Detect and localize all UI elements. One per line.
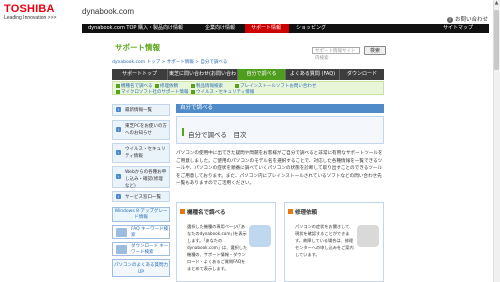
chevron-right-icon: › <box>116 174 121 179</box>
windows8-upgrade-banner[interactable]: Windows 8 アップグレード情報 <box>112 207 170 222</box>
download-keyword-banner[interactable]: ダウンロード キーワード検索 <box>112 242 170 256</box>
toc-title: 自分で調べる 目次 <box>188 131 247 139</box>
main-header: 自分で調べる <box>176 104 384 113</box>
repair-illustration-icon <box>357 225 379 247</box>
intro-text: パソコンの使用中に出てきた疑問や問題をお客様がご自分で調べると非常に有用なサポー… <box>176 151 383 186</box>
scroll-thumb[interactable] <box>494 10 499 70</box>
sidebar-item-web-apply[interactable]: › Webからの各種お申し込み・確認(修理など) <box>112 166 170 189</box>
toshiba-logo[interactable]: TOSHIBA <box>4 3 55 15</box>
sublink-microsoft[interactable]: マイクロソフト社のサポート情報 <box>116 89 188 95</box>
global-nav: dynabook.com TOP 購入・製品向け情報 企業向け情報 サポート情報… <box>82 24 489 33</box>
bullet-icon <box>116 83 120 88</box>
breadcrumb[interactable]: dynabook.com トップ > サポート情報 > 自分で調べる <box>112 59 227 65</box>
gnav-item-shopping[interactable]: ショッピング <box>290 24 332 33</box>
sidebar-item-label: Webからの各種お申し込み・確認(修理など) <box>125 170 167 189</box>
bullet-icon <box>235 83 239 88</box>
sublink-virus[interactable]: ウイルス・セキュリティ情報 <box>191 89 254 95</box>
sublink-label: ウイルス・セキュリティ情報 <box>196 90 255 95</box>
gnav-item-top[interactable]: dynabook.com TOP 購入・製品向け情報 <box>82 24 197 33</box>
info-icon: i <box>446 17 453 23</box>
support-tabs: サポートトップ 東芝に問い合わせ(お問い合わせ) 自分で調べる よくある質問 (… <box>112 69 384 88</box>
card-text: 選択した機種の専用ページ(「あなたのdynabook.com」)を表示します。「… <box>187 224 248 271</box>
chevron-right-icon: › <box>116 150 121 155</box>
tab-self-search[interactable]: 自分で調べる <box>238 69 286 80</box>
download-icon <box>116 245 127 254</box>
card-repair-request[interactable]: 修理依頼 パソコンの症状をお聞きして、現状を確認することができます。故障している… <box>284 202 384 282</box>
logo-tagline: Leading Innovation >>> <box>4 15 57 21</box>
laptop-icon <box>116 228 127 237</box>
bullet-icon <box>191 89 195 94</box>
laptop-illustration-icon <box>249 225 271 247</box>
tab-faq[interactable]: よくある質問 (FAQ) <box>286 69 340 80</box>
sidebar-item-label: 最新情報一覧 <box>125 108 152 113</box>
tab-download[interactable]: ダウンロード <box>340 69 384 80</box>
banner-label: FAQ キーワード検索 <box>131 227 169 238</box>
orange-square-icon <box>180 209 185 214</box>
banner-label: パソコンのよくある質問力UP <box>114 263 168 275</box>
card-text: パソコンの症状をお聞きして、現状を確認することができます。故障している場合は、修… <box>295 224 354 257</box>
gnav-item-business[interactable]: 企業向け情報 <box>199 24 243 33</box>
sidebar-item-label: 東芝PCをお使いの方へのお知らせ <box>125 124 167 136</box>
tab-contact[interactable]: 東芝に問い合わせ(お問い合わせ) <box>168 69 238 88</box>
banner-label: ダウンロード キーワード検索 <box>131 244 169 255</box>
faq-keyword-banner[interactable]: FAQ キーワード検索 <box>112 225 170 239</box>
orange-square-icon <box>288 209 293 214</box>
tab-support-top[interactable]: サポートトップ <box>112 69 168 80</box>
sidebar-item-notices[interactable]: › 東芝PCをお使いの方へのお知らせ <box>112 120 170 140</box>
sidebar-item-news[interactable]: › 最新情報一覧 <box>112 104 170 116</box>
search-input[interactable]: サポート情報サイト内検索 <box>312 47 360 61</box>
banner-label: Windows 8 アップグレード情報 <box>114 209 168 220</box>
card-title: 修理依頼 <box>295 210 318 216</box>
section-title: サポート情報 <box>115 43 160 52</box>
bullet-icon <box>155 83 159 88</box>
chevron-right-icon: › <box>116 107 121 112</box>
toc-accent-bar <box>182 128 184 136</box>
contact-label: お問い合わせ <box>454 17 488 23</box>
search-button[interactable]: 検索 <box>364 46 386 55</box>
gnav-item-support[interactable]: サポート情報 <box>245 24 289 33</box>
gnav-item-sitemap[interactable]: サイトマップ <box>437 24 487 33</box>
sidebar-item-service-desk[interactable]: › サービス窓口一覧 <box>112 191 170 202</box>
card-model-search[interactable]: 機種名で調べる 選択した機種の専用ページ(「あなたのdynabook.com」)… <box>176 202 276 282</box>
chevron-right-icon: › <box>116 127 121 132</box>
sidebar-item-label: サービス窓口一覧 <box>125 195 161 200</box>
contact-link[interactable]: i お問い合わせ <box>446 15 488 23</box>
scroll-up-icon[interactable]: ▲ <box>493 0 500 7</box>
sublink-label: マイクロソフト社のサポート情報 <box>121 90 189 95</box>
sidebar-item-virus[interactable]: › ウイルス・セキュリティ情報 <box>112 143 170 163</box>
bullet-icon <box>116 89 120 94</box>
chevron-right-icon: › <box>116 193 121 199</box>
faq-power-up-banner[interactable]: パソコンのよくある質問力UP <box>112 259 170 277</box>
sidebar-item-label: ウイルス・セキュリティ情報 <box>125 147 166 159</box>
site-name[interactable]: dynabook.com <box>82 7 134 16</box>
card-title: 機種名で調べる <box>187 210 226 216</box>
bullet-icon <box>191 83 195 88</box>
sublinks-bar: 機種名で調べる 修理依頼 製品情報検索 プレインストールソフトお問い合わせ マイ… <box>112 81 384 95</box>
